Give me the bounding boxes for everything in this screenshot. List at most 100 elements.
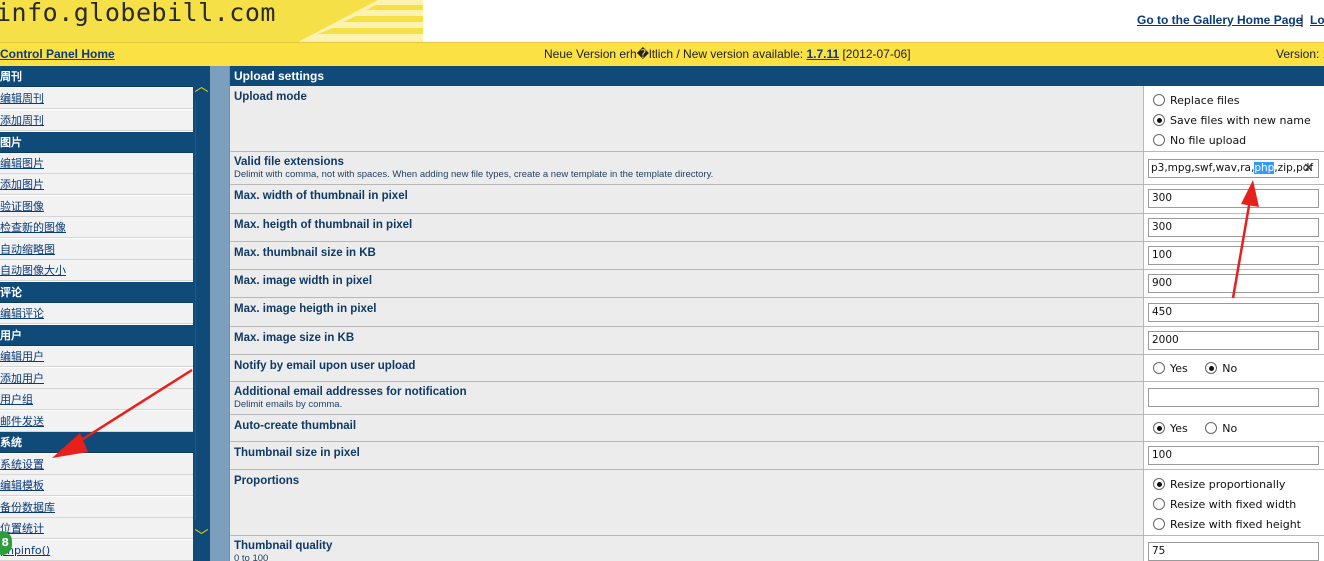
thumbnail-quality-input[interactable]: 75 (1148, 542, 1319, 561)
radio-resize-proportionally[interactable]: Resize proportionally (1153, 478, 1285, 491)
header-separator: | (1300, 13, 1305, 27)
radio-resize-fixed-height[interactable]: Resize with fixed height (1153, 518, 1301, 531)
setting-control-cell: 100 (1145, 442, 1324, 469)
extra-emails-input[interactable] (1148, 388, 1319, 407)
radio-auto-thumb-yes[interactable]: Yes (1153, 422, 1188, 435)
image-size-input[interactable]: 2000 (1148, 331, 1319, 350)
extensions-input[interactable]: p3,mpg,swf,wav,ra,php,zip,pdf ✕ (1148, 159, 1319, 178)
radio-button[interactable] (1153, 134, 1165, 146)
radio-button[interactable] (1153, 94, 1165, 106)
scroll-thumb[interactable] (195, 100, 208, 520)
setting-label-cell: Max. image size in KB (230, 327, 1144, 354)
setting-label-cell: Valid file extensions Delimit with comma… (230, 152, 1144, 184)
thumbnail-size-px-input[interactable]: 100 (1148, 446, 1319, 465)
sidebar-item-label[interactable]: 编辑图片 (0, 157, 44, 170)
radio-button-selected[interactable] (1153, 114, 1165, 126)
radio-resize-fixed-width[interactable]: Resize with fixed width (1153, 498, 1296, 511)
radio-button[interactable] (1153, 362, 1165, 374)
setting-row-valid-extensions: Valid file extensions Delimit with comma… (230, 152, 1324, 185)
radio-save-new-name[interactable]: Save files with new name (1153, 114, 1311, 127)
sidebar-item-label[interactable]: 编辑模板 (0, 479, 44, 492)
sidebar-item-send-email[interactable]: 邮件发送 (0, 411, 193, 432)
setting-control-cell: 300 (1145, 214, 1324, 241)
setting-label: Valid file extensions (234, 156, 344, 168)
setting-label: Upload mode (234, 91, 307, 103)
setting-row-thumb-width: Max. width of thumbnail in pixel 300 (230, 185, 1324, 214)
thumb-height-input[interactable]: 300 (1148, 218, 1319, 237)
clear-input-icon[interactable]: ✕ (1303, 160, 1314, 177)
radio-auto-thumb-no[interactable]: No (1205, 422, 1237, 435)
new-version-link[interactable]: 1.7.11 (806, 47, 839, 61)
sidebar-item-label[interactable]: 备份数据库 (0, 501, 55, 514)
sidebar-item-label[interactable]: 添加周刊 (0, 114, 44, 127)
image-width-input[interactable]: 900 (1148, 274, 1319, 293)
image-height-input[interactable]: 450 (1148, 303, 1319, 322)
sidebar-item-label[interactable]: 添加图片 (0, 178, 44, 191)
thumb-width-input[interactable]: 300 (1148, 189, 1319, 208)
setting-hint: Delimit emails by comma. (234, 399, 343, 410)
auto-thumbnail-radio-group: Yes No (1153, 422, 1251, 435)
sidebar-item-edit-images[interactable]: 编辑图片 (0, 153, 193, 174)
setting-control-cell: 100 (1145, 242, 1324, 269)
radio-notify-yes[interactable]: Yes (1153, 362, 1188, 375)
sidebar-item-statistics[interactable]: 位置统计 (0, 518, 193, 539)
sidebar-section-system: 系统 (0, 432, 193, 453)
radio-button[interactable] (1153, 518, 1165, 530)
setting-hint: Delimit with comma, not with spaces. Whe… (234, 169, 714, 180)
sidebar-item-label[interactable]: 系统设置 (0, 458, 44, 471)
sidebar-item-label[interactable]: 添加用户 (0, 372, 44, 385)
sidebar-item-label[interactable]: 自动图像大小 (0, 264, 66, 277)
logout-link[interactable]: Lo (1310, 13, 1324, 27)
radio-label: Resize proportionally (1170, 478, 1286, 491)
sidebar-item-phpinfo[interactable]: phpinfo() (0, 540, 193, 561)
radio-button-selected[interactable] (1153, 478, 1165, 490)
radio-button-selected[interactable] (1205, 362, 1218, 374)
sidebar-item-user-groups[interactable]: 用户组 (0, 389, 193, 410)
sidebar-item-label[interactable]: 编辑用户 (0, 350, 44, 363)
sidebar-item-add-users[interactable]: 添加用户 (0, 368, 193, 389)
sidebar-item-check-new-images[interactable]: 检查新的图像 (0, 217, 193, 238)
setting-label-cell: Additional email addresses for notificat… (230, 382, 1144, 414)
setting-row-image-height: Max. image heigth in pixel 450 (230, 298, 1324, 327)
radio-button[interactable] (1153, 498, 1165, 510)
radio-button-selected[interactable] (1153, 422, 1165, 434)
control-panel-home-link[interactable]: Control Panel Home (0, 47, 115, 61)
scroll-up-icon[interactable]: ︿ (193, 78, 210, 96)
setting-row-extra-emails: Additional email addresses for notificat… (230, 382, 1324, 415)
sidebar-item-auto-thumbnail[interactable]: 自动缩略图 (0, 239, 193, 260)
sidebar-item-label[interactable]: 自动缩略图 (0, 243, 55, 256)
setting-control-cell: 2000 (1145, 327, 1324, 354)
sidebar-item-add-images[interactable]: 添加图片 (0, 174, 193, 195)
radio-notify-no[interactable]: No (1205, 362, 1237, 375)
sidebar-item-label[interactable]: 邮件发送 (0, 415, 44, 428)
sidebar-item-label[interactable]: 编辑评论 (0, 307, 44, 320)
radio-no-upload[interactable]: No file upload (1153, 134, 1246, 147)
sidebar-item-edit-users[interactable]: 编辑用户 (0, 346, 193, 367)
sidebar-item-add-weekly[interactable]: 添加周刊 (0, 110, 193, 131)
radio-button[interactable] (1205, 422, 1218, 434)
sidebar-item-auto-resize[interactable]: 自动图像大小 (0, 260, 193, 281)
sidebar-item-backup-database[interactable]: 备份数据库 (0, 497, 193, 518)
sidebar-item-system-settings[interactable]: 系统设置 (0, 454, 193, 475)
setting-label: Notify by email upon user upload (234, 360, 416, 372)
sidebar-item-edit-templates[interactable]: 编辑模板 (0, 475, 193, 496)
radio-label: No (1222, 362, 1238, 375)
setting-row-image-width: Max. image width in pixel 900 (230, 270, 1324, 298)
sidebar-item-edit-weekly[interactable]: 编辑周刊 (0, 88, 193, 109)
sidebar-item-label[interactable]: 检查新的图像 (0, 221, 66, 234)
setting-row-proportions: Proportions Resize proportionally Resize… (230, 470, 1324, 536)
scroll-down-icon[interactable]: ﹀ (193, 528, 210, 546)
upload-settings-panel: Upload settings Upload mode Replace file… (229, 66, 1324, 561)
sidebar-item-validate-images[interactable]: 验证图像 (0, 196, 193, 217)
sidebar-item-label[interactable]: 用户组 (0, 393, 33, 406)
sidebar-item-edit-comments[interactable]: 编辑评论 (0, 303, 193, 324)
new-version-notice: Neue Version erh�ltlich / New version av… (544, 47, 911, 61)
sidebar-item-label[interactable]: 编辑周刊 (0, 92, 44, 105)
gallery-home-link[interactable]: Go to the Gallery Home Page (1137, 13, 1302, 27)
setting-label-cell: Thumbnail size in pixel (230, 442, 1144, 469)
thumb-size-input[interactable]: 100 (1148, 246, 1319, 265)
radio-replace-files[interactable]: Replace files (1153, 94, 1240, 107)
setting-control-cell: 75 (1145, 536, 1324, 561)
sidebar-item-label[interactable]: 验证图像 (0, 200, 44, 213)
sidebar-scrollbar[interactable]: ︿ ﹀ (193, 66, 210, 561)
